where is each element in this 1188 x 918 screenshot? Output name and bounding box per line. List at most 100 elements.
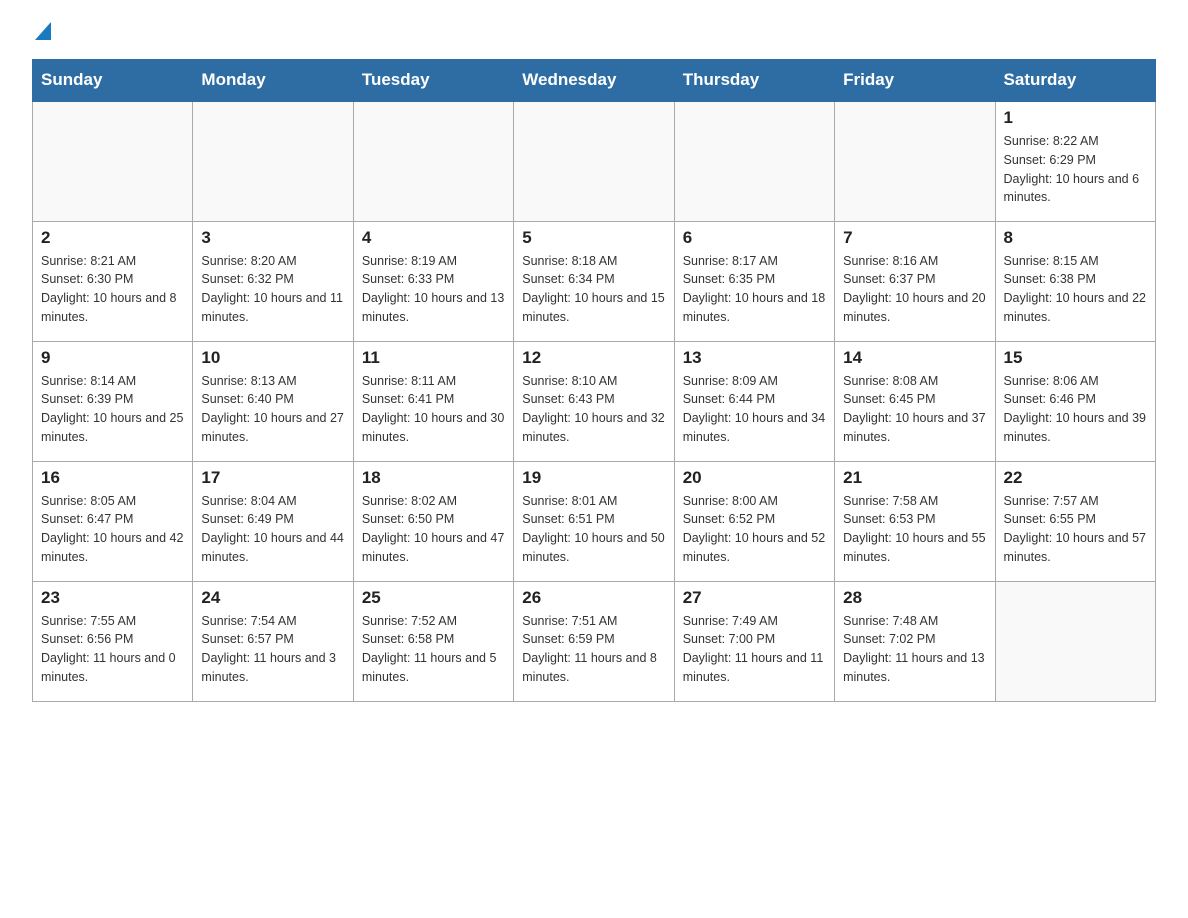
calendar-day-cell: 1Sunrise: 8:22 AMSunset: 6:29 PMDaylight… bbox=[995, 101, 1155, 221]
day-number: 25 bbox=[362, 588, 505, 608]
day-info: Sunrise: 8:05 AMSunset: 6:47 PMDaylight:… bbox=[41, 492, 184, 567]
day-number: 4 bbox=[362, 228, 505, 248]
day-info: Sunrise: 8:20 AMSunset: 6:32 PMDaylight:… bbox=[201, 252, 344, 327]
logo-triangle-icon bbox=[35, 22, 51, 45]
calendar-day-cell: 17Sunrise: 8:04 AMSunset: 6:49 PMDayligh… bbox=[193, 461, 353, 581]
day-info: Sunrise: 8:01 AMSunset: 6:51 PMDaylight:… bbox=[522, 492, 665, 567]
calendar-day-cell: 22 Sunrise: 7:57 AMSunset: 6:55 PMDayligh… bbox=[995, 461, 1155, 581]
calendar-day-cell: 4 Sunrise: 8:19 AMSunset: 6:33 PMDaylight… bbox=[353, 221, 513, 341]
calendar-day-cell: 16 Sunrise: 8:05 AMSunset: 6:47 PMDayligh… bbox=[33, 461, 193, 581]
day-info: Sunrise: 8:08 AMSunset: 6:45 PMDaylight:… bbox=[843, 372, 986, 447]
day-number: 14 bbox=[843, 348, 986, 368]
day-number: 24 bbox=[201, 588, 344, 608]
calendar-day-cell bbox=[995, 581, 1155, 701]
calendar-day-cell: 15 Sunrise: 8:06 AMSunset: 6:46 PMDayligh… bbox=[995, 341, 1155, 461]
calendar-day-cell: 5 Sunrise: 8:18 AMSunset: 6:34 PMDaylight… bbox=[514, 221, 674, 341]
day-info: Sunrise: 8:10 AMSunset: 6:43 PMDaylight:… bbox=[522, 372, 665, 447]
day-info: Sunrise: 8:06 AMSunset: 6:46 PMDaylight:… bbox=[1004, 372, 1147, 447]
calendar-day-cell: 28 Sunrise: 7:48 AMSunset: 7:02 PMDayligh… bbox=[835, 581, 995, 701]
day-info: Sunrise: 8:16 AMSunset: 6:37 PMDaylight:… bbox=[843, 252, 986, 327]
calendar-day-cell: 13 Sunrise: 8:09 AMSunset: 6:44 PMDayligh… bbox=[674, 341, 834, 461]
header-wednesday: Wednesday bbox=[514, 60, 674, 102]
calendar-day-cell bbox=[514, 101, 674, 221]
page-header bbox=[32, 24, 1156, 47]
day-info: Sunrise: 7:54 AMSunset: 6:57 PMDaylight:… bbox=[201, 612, 344, 687]
calendar-day-cell: 12 Sunrise: 8:10 AMSunset: 6:43 PMDayligh… bbox=[514, 341, 674, 461]
day-number: 27 bbox=[683, 588, 826, 608]
day-info: Sunrise: 8:17 AMSunset: 6:35 PMDaylight:… bbox=[683, 252, 826, 327]
day-info: Sunrise: 8:21 AMSunset: 6:30 PMDaylight:… bbox=[41, 252, 184, 327]
header-monday: Monday bbox=[193, 60, 353, 102]
day-number: 23 bbox=[41, 588, 184, 608]
day-number: 12 bbox=[522, 348, 665, 368]
calendar-day-cell: 23 Sunrise: 7:55 AMSunset: 6:56 PMDayligh… bbox=[33, 581, 193, 701]
calendar-day-cell: 21 Sunrise: 7:58 AMSunset: 6:53 PMDayligh… bbox=[835, 461, 995, 581]
day-number: 11 bbox=[362, 348, 505, 368]
day-number: 22 bbox=[1004, 468, 1147, 488]
day-number: 28 bbox=[843, 588, 986, 608]
calendar-day-cell: 7 Sunrise: 8:16 AMSunset: 6:37 PMDaylight… bbox=[835, 221, 995, 341]
day-info: Sunrise: 7:48 AMSunset: 7:02 PMDaylight:… bbox=[843, 612, 986, 687]
calendar-week-row: 23 Sunrise: 7:55 AMSunset: 6:56 PMDayligh… bbox=[33, 581, 1156, 701]
day-number: 9 bbox=[41, 348, 184, 368]
day-info: Sunrise: 8:19 AMSunset: 6:33 PMDaylight:… bbox=[362, 252, 505, 327]
day-number: 8 bbox=[1004, 228, 1147, 248]
day-info: Sunrise: 8:15 AMSunset: 6:38 PMDaylight:… bbox=[1004, 252, 1147, 327]
day-info: Sunrise: 8:13 AMSunset: 6:40 PMDaylight:… bbox=[201, 372, 344, 447]
day-info: Sunrise: 8:00 AMSunset: 6:52 PMDaylight:… bbox=[683, 492, 826, 567]
day-number: 26 bbox=[522, 588, 665, 608]
calendar-header-row: SundayMondayTuesdayWednesdayThursdayFrid… bbox=[33, 60, 1156, 102]
calendar-day-cell: 6 Sunrise: 8:17 AMSunset: 6:35 PMDaylight… bbox=[674, 221, 834, 341]
day-number: 2 bbox=[41, 228, 184, 248]
calendar-day-cell: 25Sunrise: 7:52 AMSunset: 6:58 PMDayligh… bbox=[353, 581, 513, 701]
day-number: 18 bbox=[362, 468, 505, 488]
day-info: Sunrise: 8:09 AMSunset: 6:44 PMDaylight:… bbox=[683, 372, 826, 447]
header-thursday: Thursday bbox=[674, 60, 834, 102]
calendar-day-cell bbox=[835, 101, 995, 221]
day-number: 5 bbox=[522, 228, 665, 248]
calendar-day-cell: 10 Sunrise: 8:13 AMSunset: 6:40 PMDayligh… bbox=[193, 341, 353, 461]
calendar-day-cell: 18 Sunrise: 8:02 AMSunset: 6:50 PMDayligh… bbox=[353, 461, 513, 581]
calendar-week-row: 1Sunrise: 8:22 AMSunset: 6:29 PMDaylight… bbox=[33, 101, 1156, 221]
day-number: 21 bbox=[843, 468, 986, 488]
header-tuesday: Tuesday bbox=[353, 60, 513, 102]
day-number: 1 bbox=[1004, 108, 1147, 128]
calendar-day-cell bbox=[353, 101, 513, 221]
day-number: 3 bbox=[201, 228, 344, 248]
day-info: Sunrise: 7:58 AMSunset: 6:53 PMDaylight:… bbox=[843, 492, 986, 567]
day-info: Sunrise: 7:51 AMSunset: 6:59 PMDaylight:… bbox=[522, 612, 665, 687]
calendar-day-cell: 20Sunrise: 8:00 AMSunset: 6:52 PMDayligh… bbox=[674, 461, 834, 581]
day-info: Sunrise: 7:49 AMSunset: 7:00 PMDaylight:… bbox=[683, 612, 826, 687]
calendar-day-cell: 2 Sunrise: 8:21 AMSunset: 6:30 PMDaylight… bbox=[33, 221, 193, 341]
day-number: 19 bbox=[522, 468, 665, 488]
calendar-day-cell: 11 Sunrise: 8:11 AMSunset: 6:41 PMDayligh… bbox=[353, 341, 513, 461]
calendar-week-row: 16 Sunrise: 8:05 AMSunset: 6:47 PMDayligh… bbox=[33, 461, 1156, 581]
calendar-week-row: 9Sunrise: 8:14 AMSunset: 6:39 PMDaylight… bbox=[33, 341, 1156, 461]
calendar-day-cell: 19 Sunrise: 8:01 AMSunset: 6:51 PMDayligh… bbox=[514, 461, 674, 581]
calendar-table: SundayMondayTuesdayWednesdayThursdayFrid… bbox=[32, 59, 1156, 702]
day-info: Sunrise: 7:55 AMSunset: 6:56 PMDaylight:… bbox=[41, 612, 184, 687]
calendar-day-cell bbox=[193, 101, 353, 221]
calendar-day-cell: 14 Sunrise: 8:08 AMSunset: 6:45 PMDayligh… bbox=[835, 341, 995, 461]
day-info: Sunrise: 7:57 AMSunset: 6:55 PMDaylight:… bbox=[1004, 492, 1147, 567]
header-saturday: Saturday bbox=[995, 60, 1155, 102]
calendar-day-cell bbox=[674, 101, 834, 221]
day-info: Sunrise: 8:02 AMSunset: 6:50 PMDaylight:… bbox=[362, 492, 505, 567]
calendar-day-cell: 3 Sunrise: 8:20 AMSunset: 6:32 PMDaylight… bbox=[193, 221, 353, 341]
calendar-day-cell: 27 Sunrise: 7:49 AMSunset: 7:00 PMDayligh… bbox=[674, 581, 834, 701]
day-number: 6 bbox=[683, 228, 826, 248]
day-number: 13 bbox=[683, 348, 826, 368]
header-sunday: Sunday bbox=[33, 60, 193, 102]
day-number: 10 bbox=[201, 348, 344, 368]
day-info: Sunrise: 8:11 AMSunset: 6:41 PMDaylight:… bbox=[362, 372, 505, 447]
day-number: 7 bbox=[843, 228, 986, 248]
day-number: 16 bbox=[41, 468, 184, 488]
calendar-day-cell bbox=[33, 101, 193, 221]
calendar-day-cell: 24 Sunrise: 7:54 AMSunset: 6:57 PMDayligh… bbox=[193, 581, 353, 701]
day-number: 15 bbox=[1004, 348, 1147, 368]
day-info: Sunrise: 8:18 AMSunset: 6:34 PMDaylight:… bbox=[522, 252, 665, 327]
calendar-week-row: 2 Sunrise: 8:21 AMSunset: 6:30 PMDaylight… bbox=[33, 221, 1156, 341]
calendar-day-cell: 8 Sunrise: 8:15 AMSunset: 6:38 PMDaylight… bbox=[995, 221, 1155, 341]
day-info: Sunrise: 8:04 AMSunset: 6:49 PMDaylight:… bbox=[201, 492, 344, 567]
calendar-day-cell: 9Sunrise: 8:14 AMSunset: 6:39 PMDaylight… bbox=[33, 341, 193, 461]
